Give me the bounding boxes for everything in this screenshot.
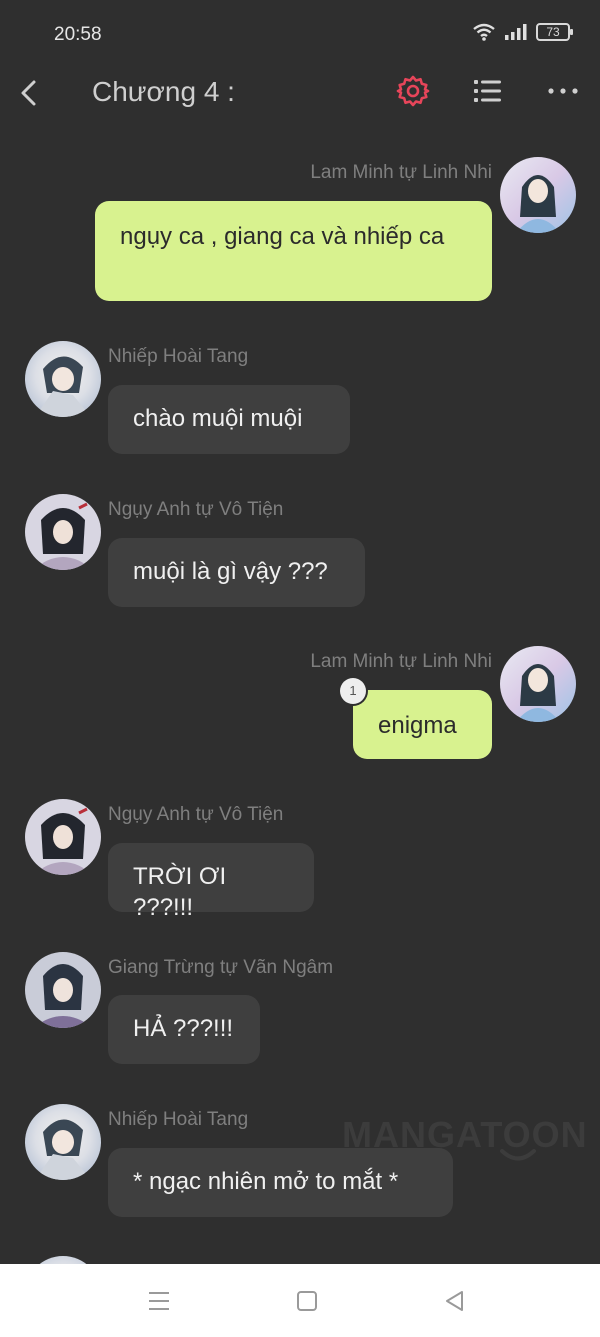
gear-icon[interactable] [396,74,430,108]
avatar[interactable] [25,1104,101,1180]
unread-badge: 1 [340,678,366,704]
message-bubble[interactable]: chào muội muội [108,385,350,454]
watermark-smile-icon [500,1149,536,1161]
message-bubble[interactable]: muội là gì vậy ??? [108,538,365,607]
more-dots-icon[interactable] [546,76,580,106]
message-bubble[interactable]: ngụy ca , giang ca và nhiếp ca [95,201,492,301]
menu-icon[interactable] [144,1286,174,1316]
avatar[interactable] [25,799,101,875]
message-bubble[interactable]: enigma [353,690,492,759]
sender-name: Ngụy Anh tự Vô Tiện [108,499,284,520]
sender-name: Giang Trừng tự Vãn Ngâm [108,957,334,978]
avatar[interactable] [25,341,101,417]
battery-icon: 73 [536,23,573,41]
system-nav-bar [0,1264,600,1337]
sender-name: Nhiếp Hoài Tang [108,346,249,367]
home-icon[interactable] [292,1286,322,1316]
status-bar: 20:58 73 [0,0,600,66]
sender-name: Nhiếp Hoài Tang [108,1109,249,1130]
list-icon[interactable] [472,76,504,106]
battery-level: 73 [546,25,560,39]
chapter-title: Chương 4 : [92,76,235,107]
message-bubble[interactable]: * ngạc nhiên mở to mắt * [108,1148,453,1217]
avatar[interactable] [25,952,101,1028]
avatar[interactable] [25,494,101,570]
message-bubble[interactable]: TRỜI ƠI ???!!! [108,843,314,921]
status-icons: 73 [472,22,573,42]
wifi-icon [473,23,495,41]
back-arrow-icon[interactable] [14,72,44,112]
status-time: 20:58 [54,24,102,45]
chapter-header: Chương 4 : [0,66,600,122]
watermark: MANGATOON [342,1114,588,1155]
avatar[interactable] [500,646,576,722]
sender-name: Lam Minh tự Linh Nhi [310,651,492,672]
signal-icon [505,24,527,40]
avatar[interactable] [500,157,576,233]
sender-name: Lam Minh tự Linh Nhi [310,162,492,183]
sender-name: Ngụy Anh tự Vô Tiện [108,804,284,825]
back-triangle-icon[interactable] [440,1286,470,1316]
message-bubble[interactable]: HẢ ???!!! [108,995,260,1064]
